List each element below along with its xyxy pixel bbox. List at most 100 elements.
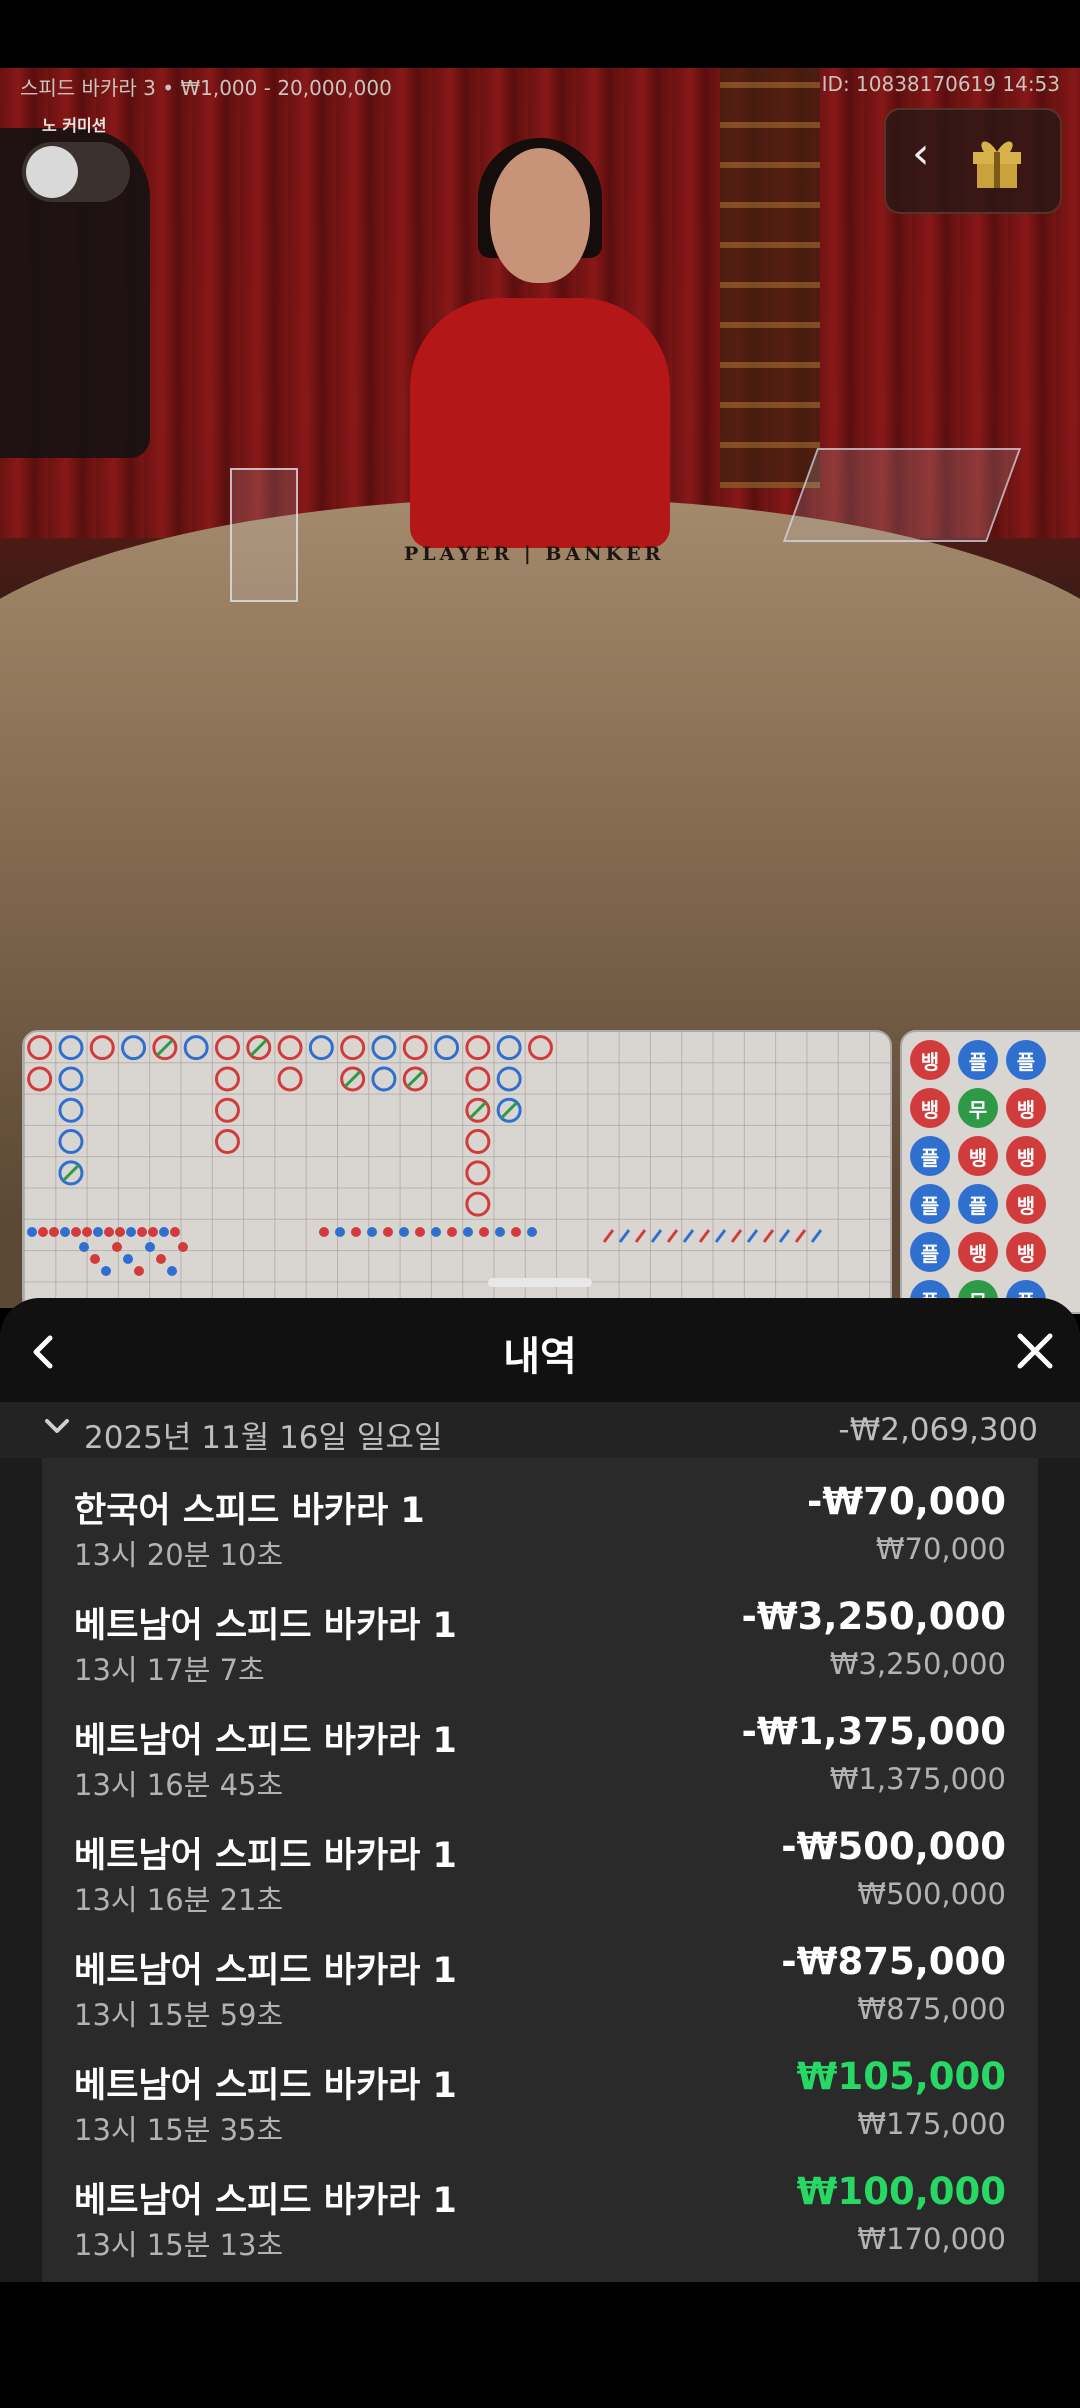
road-mark (27, 1066, 53, 1092)
cockroach-mark (682, 1229, 695, 1243)
road-mark (121, 1035, 147, 1061)
derived-road-dot (527, 1227, 537, 1237)
dealer (380, 138, 700, 568)
history-item[interactable]: 베트남어 스피드 바카라 1 13시 15분 35초 ₩105,000 ₩175… (42, 2033, 1038, 2149)
derived-road-dot (463, 1227, 473, 1237)
tie-mark (343, 1070, 362, 1088)
result-amount: -₩3,250,000 (741, 1595, 1007, 1638)
cockroach-mark (730, 1229, 743, 1243)
road-mark (214, 1035, 240, 1061)
derived-road-dot (145, 1242, 155, 1252)
game-name: 베트남어 스피드 바카라 1 (74, 1836, 457, 1876)
tie-mark (469, 1101, 487, 1119)
derived-road-dot (126, 1227, 136, 1237)
derived-road-dot (351, 1227, 361, 1237)
no-commission-toggle[interactable] (22, 142, 130, 202)
decorative-screen (720, 68, 820, 488)
discard-holder (230, 468, 298, 602)
stake-amount: ₩3,250,000 (829, 1647, 1006, 1681)
bet-time: 13시 20분 10초 (74, 1538, 284, 1572)
history-item[interactable]: 베트남어 스피드 바카라 1 13시 15분 13초 ₩100,000 ₩170… (42, 2148, 1038, 2264)
cockroach-mark (602, 1229, 615, 1243)
cockroach-mark (810, 1229, 823, 1243)
tie-mark (156, 1038, 174, 1057)
result-amount: -₩1,375,000 (741, 1710, 1007, 1753)
result-amount: -₩500,000 (781, 1825, 1006, 1868)
bead-player: 플 (958, 1040, 998, 1080)
chevron-left-icon: ‹ (912, 128, 930, 179)
tie-mark (62, 1164, 80, 1182)
road-mark (434, 1035, 460, 1061)
derived-road-dot (123, 1254, 133, 1264)
derived-road-dot (178, 1242, 188, 1252)
big-road-scoreboard[interactable] (22, 1030, 892, 1314)
derived-road-dot (115, 1227, 125, 1237)
derived-road-dot (104, 1227, 114, 1237)
bet-time: 13시 16분 45초 (74, 1768, 284, 1802)
derived-road-dot (93, 1227, 103, 1237)
history-item[interactable]: 베트남어 스피드 바카라 1 13시 17분 7초 -₩3,250,000 ₩3… (42, 1573, 1038, 1689)
history-item[interactable]: 한국어 스피드 바카라 1 13시 20분 10초 -₩70,000 ₩70,0… (42, 1458, 1038, 1574)
bet-time: 13시 15분 59초 (74, 1998, 284, 2032)
cockroach-mark (714, 1229, 727, 1243)
derived-road-dot (79, 1242, 89, 1252)
derived-road-dot (383, 1227, 393, 1237)
history-sheet: 내역 2025년 11월 16일 일요일 -₩2,069,300 한국어 스피드… (0, 1298, 1080, 2282)
derived-road-dot (167, 1266, 177, 1276)
table-label: PLAYER | BANKER (404, 543, 665, 565)
cockroach-mark (618, 1229, 631, 1243)
sheet-drag-handle[interactable] (488, 1278, 592, 1287)
road-mark (89, 1035, 115, 1061)
derived-road-dot (90, 1254, 100, 1264)
result-amount: -₩875,000 (781, 1940, 1006, 1983)
bead-banker: 뱅 (1006, 1184, 1046, 1224)
bead-banker: 뱅 (1006, 1232, 1046, 1272)
road-mark (277, 1066, 303, 1092)
derived-road-dot (137, 1227, 147, 1237)
stake-amount: ₩875,000 (857, 1992, 1006, 2026)
road-mark (214, 1129, 240, 1155)
derived-road-dot (367, 1227, 377, 1237)
tie-mark (250, 1038, 268, 1057)
derived-road-dot (415, 1227, 425, 1237)
close-icon[interactable] (1014, 1330, 1056, 1372)
road-marks (27, 1035, 823, 1276)
derived-road-dot (335, 1227, 345, 1237)
card-shoe (782, 448, 1022, 542)
road-mark (371, 1035, 397, 1061)
road-mark (214, 1097, 240, 1123)
bead-player: 플 (910, 1232, 950, 1272)
stake-amount: ₩500,000 (857, 1877, 1006, 1911)
chevron-down-icon (45, 1419, 69, 1433)
derived-road-dot (511, 1227, 521, 1237)
derived-road-dot (38, 1227, 48, 1237)
no-commission-label: 노 커미션 (42, 116, 107, 135)
game-name: 베트남어 스피드 바카라 1 (74, 1606, 457, 1646)
date-total: -₩2,069,300 (838, 1412, 1038, 1448)
toggle-knob (26, 146, 78, 198)
result-amount: -₩70,000 (807, 1480, 1006, 1523)
bead-road-scoreboard[interactable]: 뱅플플뱅무뱅플뱅뱅플플뱅플뱅뱅플무플 (900, 1030, 1080, 1314)
result-amount: ₩100,000 (796, 2170, 1006, 2213)
bead-player: 플 (910, 1184, 950, 1224)
derived-road-dot (319, 1227, 329, 1237)
date-group-header[interactable]: 2025년 11월 16일 일요일 -₩2,069,300 (0, 1402, 1080, 1458)
bet-time: 13시 15분 13초 (74, 2228, 284, 2262)
game-name: 한국어 스피드 바카라 1 (74, 1491, 425, 1531)
gift-menu-button[interactable]: ‹ (884, 108, 1062, 214)
road-mark (183, 1035, 209, 1061)
derived-road-dot (49, 1227, 59, 1237)
road-mark (496, 1066, 522, 1092)
gift-icon (973, 141, 1021, 188)
derived-road-dot (101, 1266, 111, 1276)
bet-time: 13시 17분 7초 (74, 1653, 265, 1687)
road-mark (58, 1097, 84, 1123)
stake-amount: ₩70,000 (875, 1532, 1006, 1566)
date-label: 2025년 11월 16일 일요일 (84, 1420, 443, 1456)
history-item[interactable]: 베트남어 스피드 바카라 1 13시 16분 21초 -₩500,000 ₩50… (42, 1803, 1038, 1919)
cockroach-mark (634, 1229, 647, 1243)
derived-road-dot (399, 1227, 409, 1237)
history-item[interactable]: 베트남어 스피드 바카라 1 13시 16분 45초 -₩1,375,000 ₩… (42, 1688, 1038, 1804)
history-item[interactable]: 베트남어 스피드 바카라 1 13시 15분 59초 -₩875,000 ₩87… (42, 1918, 1038, 2034)
tie-mark (500, 1101, 518, 1119)
